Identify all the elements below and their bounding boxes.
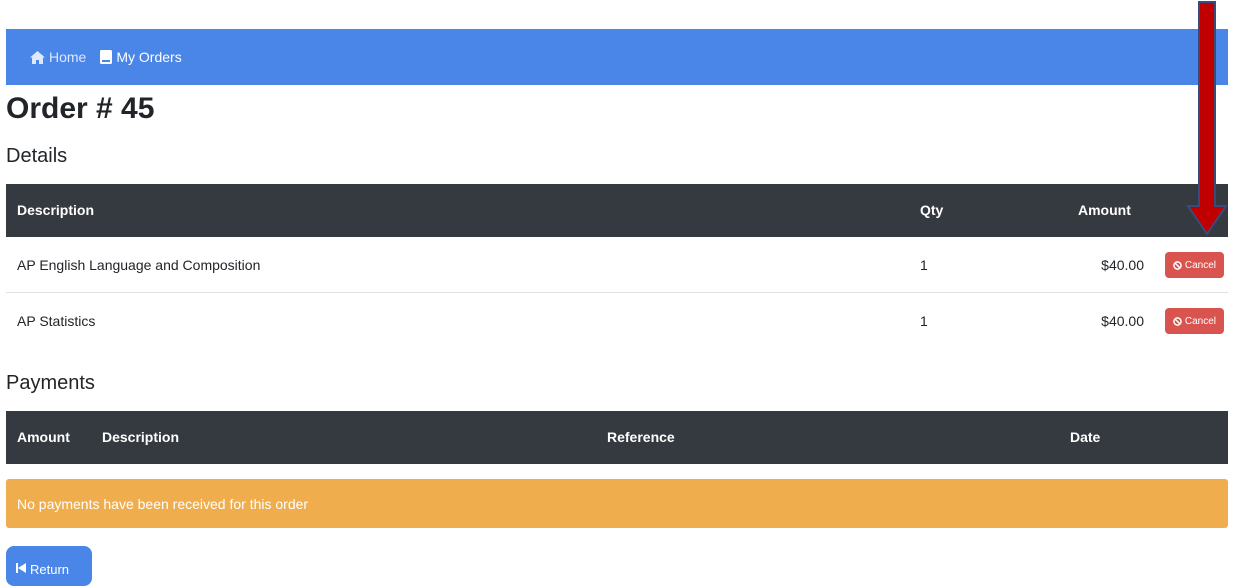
cancel-button[interactable]: Cancel — [1164, 252, 1224, 278]
down-arrow-icon — [1186, 1, 1228, 236]
header-description: Description — [17, 202, 95, 218]
details-heading: Details — [6, 145, 68, 167]
header-qty: Qty — [920, 202, 944, 218]
alert-message: No payments have been received for this … — [17, 495, 309, 512]
row-qty: 1 — [920, 257, 928, 273]
nav-home-link[interactable]: Home — [30, 49, 86, 65]
header-amount: Amount — [1078, 202, 1131, 218]
row-description: AP Statistics — [17, 313, 96, 329]
row-amount: $40.00 — [1101, 257, 1144, 273]
payments-table-header: Amount Description Reference Date — [6, 411, 1228, 464]
ban-icon — [1173, 260, 1182, 270]
no-payments-alert: No payments have been received for this … — [6, 479, 1228, 528]
row-qty: 1 — [920, 313, 928, 329]
nav-my-orders-link[interactable]: My Orders — [100, 49, 182, 65]
details-table-header: Description Qty Amount — [6, 184, 1228, 237]
cancel-button[interactable]: Cancel — [1164, 308, 1224, 334]
cancel-label: Cancel — [1184, 259, 1216, 271]
table-row: AP Statistics 1 $40.00 Cancel — [6, 293, 1228, 348]
row-amount: $40.00 — [1101, 313, 1144, 329]
payments-heading: Payments — [6, 372, 95, 394]
ban-icon — [1173, 316, 1182, 326]
table-row: AP English Language and Composition 1 $4… — [6, 237, 1228, 293]
step-backward-icon — [16, 563, 26, 573]
row-description: AP English Language and Composition — [17, 257, 261, 273]
home-icon — [30, 50, 45, 64]
nav-my-orders-label: My Orders — [116, 49, 182, 65]
details-table: Description Qty Amount AP English Langua… — [6, 184, 1228, 348]
nav-home-label: Home — [49, 49, 87, 65]
header-amount: Amount — [17, 429, 70, 445]
header-date: Date — [1070, 429, 1101, 445]
page-title: Order # 45 — [6, 92, 155, 125]
cancel-label: Cancel — [1184, 315, 1216, 327]
header-description: Description — [102, 429, 180, 445]
top-navbar: Home My Orders — [6, 29, 1228, 85]
payments-table: Amount Description Reference Date — [6, 411, 1228, 464]
return-button[interactable]: Return — [6, 546, 92, 586]
header-reference: Reference — [607, 429, 675, 445]
book-icon — [100, 50, 113, 64]
